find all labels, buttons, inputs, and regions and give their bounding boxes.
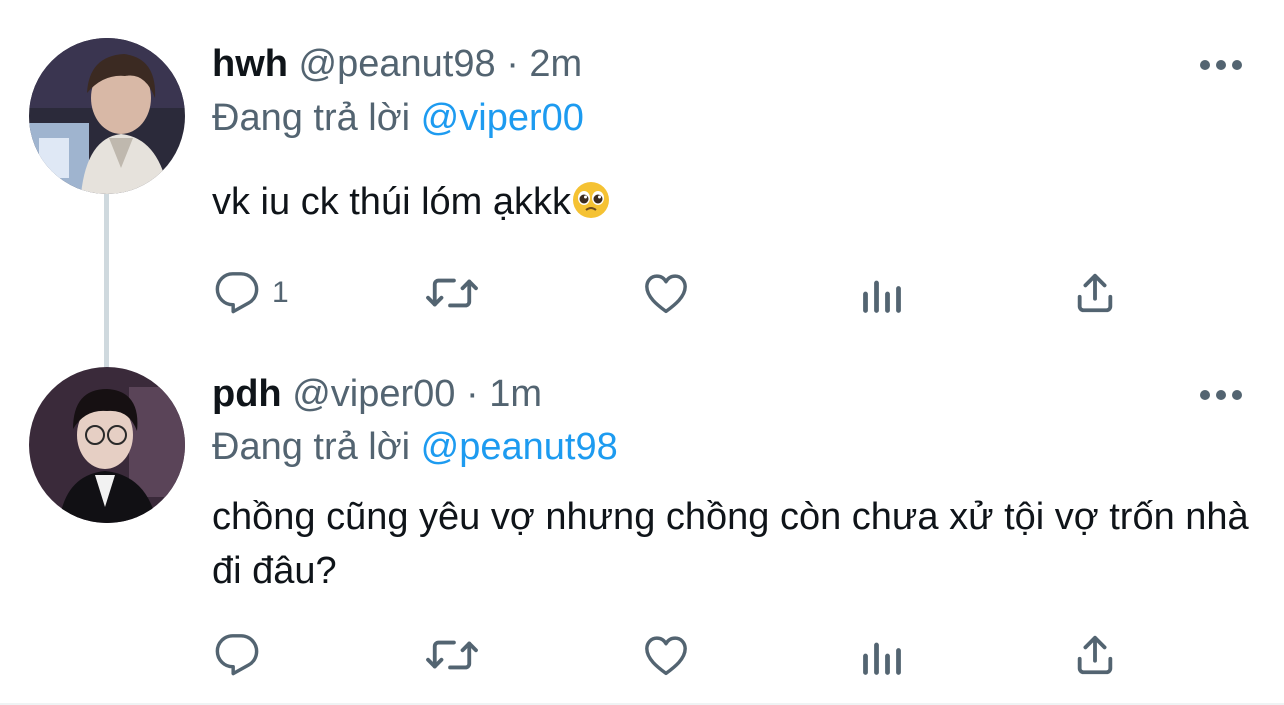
more-icon[interactable]: [1200, 58, 1242, 72]
retweet-button[interactable]: [425, 270, 479, 316]
analytics-icon: [863, 642, 901, 675]
reply-button[interactable]: [214, 632, 272, 678]
share-button[interactable]: [1072, 270, 1118, 316]
display-name[interactable]: hwh: [212, 43, 288, 85]
analytics-icon: [863, 280, 901, 313]
analytics-button[interactable]: [860, 634, 904, 678]
avatar[interactable]: [29, 38, 185, 194]
reply-button[interactable]: 1: [214, 270, 289, 316]
like-button[interactable]: [642, 270, 690, 316]
like-button[interactable]: [642, 632, 690, 678]
share-icon: [1077, 273, 1113, 313]
avatar[interactable]: [29, 367, 185, 523]
user-handle[interactable]: @peanut98: [299, 43, 496, 85]
more-icon[interactable]: [1200, 388, 1242, 402]
pleading-face-emoji-icon: [571, 180, 611, 235]
user-handle[interactable]: @viper00: [292, 373, 455, 415]
mention-link[interactable]: @viper00: [421, 97, 584, 139]
like-icon: [645, 636, 687, 676]
replying-to: Đang trả lời @peanut98: [212, 424, 618, 470]
replying-to: Đang trả lời @viper00: [212, 95, 584, 141]
reply-icon: [215, 634, 259, 676]
retweet-icon: [426, 640, 478, 670]
separator-dot: ·: [465, 373, 479, 415]
share-button[interactable]: [1072, 632, 1118, 678]
analytics-button[interactable]: [860, 272, 904, 316]
thread-connector-line: [104, 190, 109, 368]
reply-count: 1: [272, 276, 289, 309]
like-icon: [645, 274, 687, 314]
reply-prefix: Đang trả lời: [212, 426, 411, 468]
reply-prefix: Đang trả lời: [212, 97, 411, 139]
timestamp[interactable]: 2m: [529, 43, 582, 85]
tweet-header: hwh @peanut98 · 2m: [212, 41, 582, 87]
separator-dot: ·: [506, 43, 519, 85]
tweet-text: vk iu ck thúi lóm ạkkk: [212, 175, 1252, 235]
retweet-icon: [426, 278, 478, 308]
retweet-button[interactable]: [425, 632, 479, 678]
tweet-header: pdh @viper00 · 1m: [212, 371, 542, 417]
timestamp[interactable]: 1m: [489, 373, 542, 415]
display-name[interactable]: pdh: [212, 373, 282, 415]
reply-icon: [215, 272, 259, 314]
tweet-body: vk iu ck thúi lóm ạkkk: [212, 181, 571, 223]
share-icon: [1077, 635, 1113, 675]
tweet-text: chồng cũng yêu vợ nhưng chồng còn chưa x…: [212, 496, 1249, 592]
mention-link[interactable]: @peanut98: [421, 426, 618, 468]
